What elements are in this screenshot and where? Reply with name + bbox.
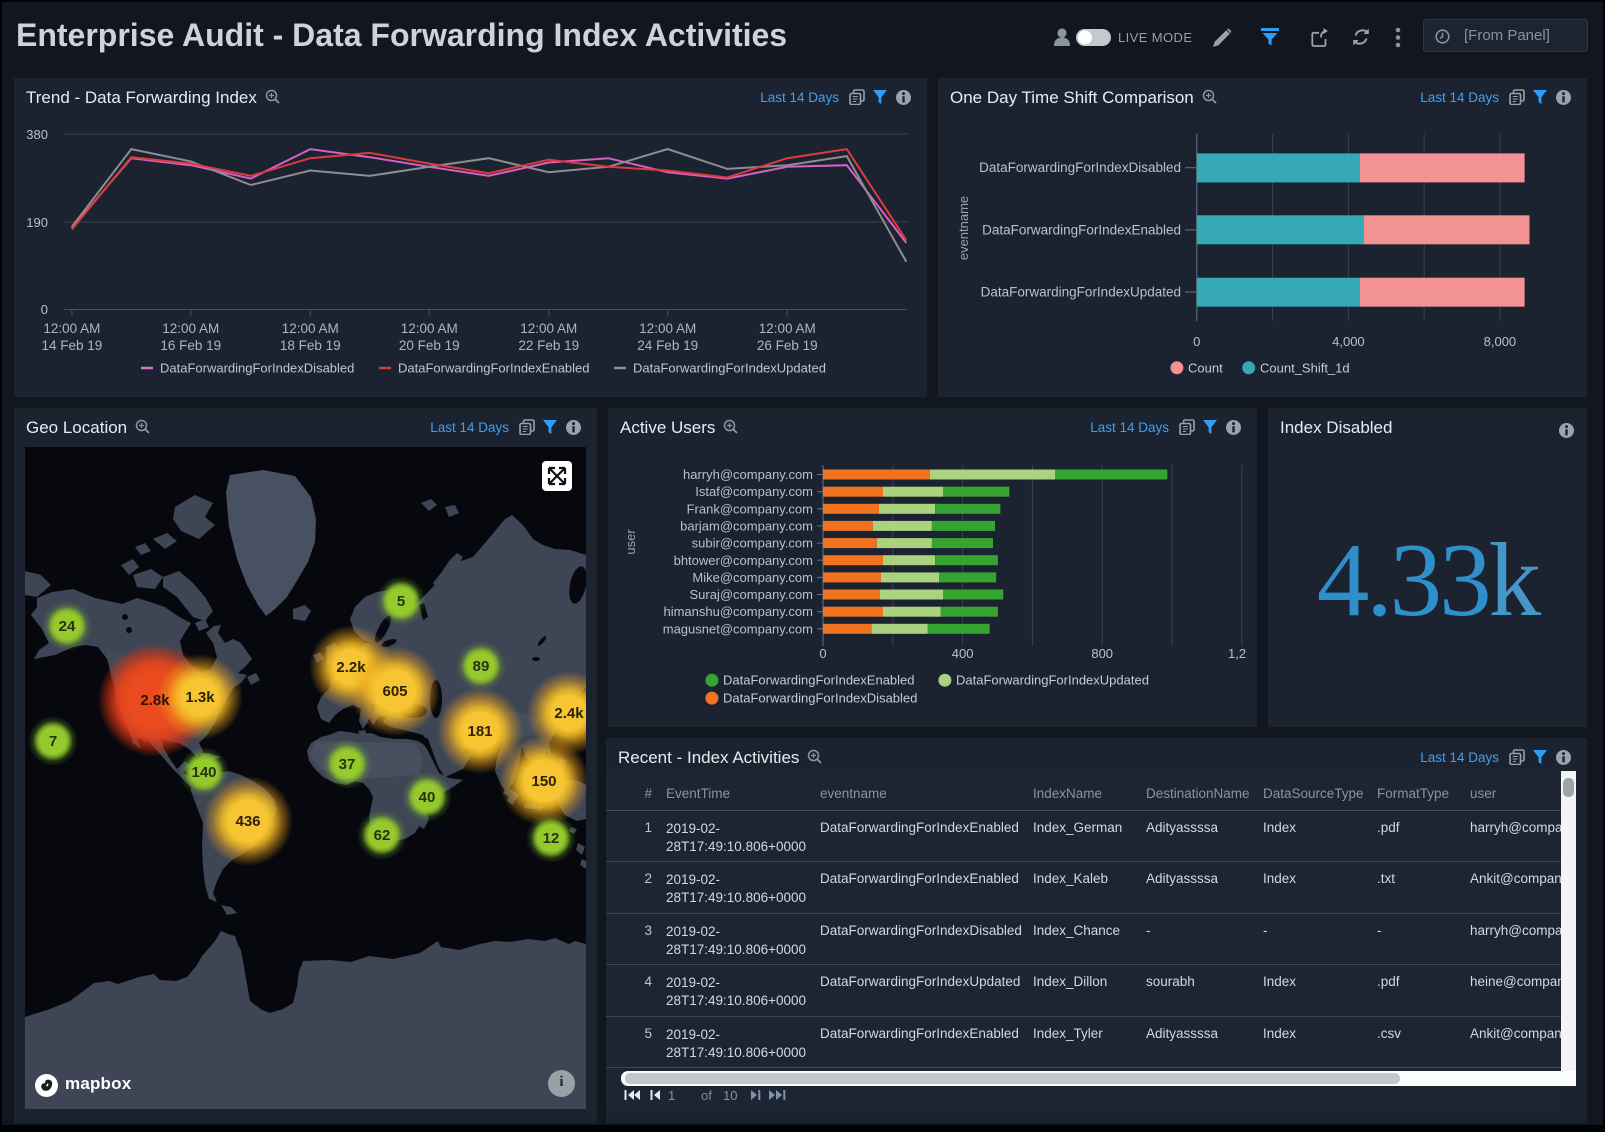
svg-text:Mike@company.com: Mike@company.com bbox=[692, 570, 813, 585]
svg-text:harryh@company.com: harryh@company.com bbox=[683, 467, 813, 482]
svg-text:24 Feb 19: 24 Feb 19 bbox=[637, 338, 698, 353]
svg-text:20 Feb 19: 20 Feb 19 bbox=[399, 338, 460, 353]
svg-text:DataForwardingForIndexDisabled: DataForwardingForIndexDisabled bbox=[160, 361, 354, 376]
svg-text:26 Feb 19: 26 Feb 19 bbox=[757, 338, 818, 353]
svg-text:22 Feb 19: 22 Feb 19 bbox=[518, 338, 579, 353]
svg-text:0: 0 bbox=[41, 302, 48, 317]
svg-text:12:00 AM: 12:00 AM bbox=[401, 321, 458, 336]
svg-text:14 Feb 19: 14 Feb 19 bbox=[42, 338, 103, 353]
svg-text:DataForwardingForIndexUpdated: DataForwardingForIndexUpdated bbox=[956, 673, 1149, 688]
svg-text:DataForwardingForIndexEnabled: DataForwardingForIndexEnabled bbox=[982, 222, 1181, 237]
svg-text:Frank@company.com: Frank@company.com bbox=[687, 501, 813, 516]
svg-text:magusnet@company.com: magusnet@company.com bbox=[663, 621, 813, 636]
svg-text:LIVE MODE: LIVE MODE bbox=[1118, 30, 1192, 45]
svg-text:12:00 AM: 12:00 AM bbox=[162, 321, 219, 336]
svg-text:DataForwardingForIndexUpdated: DataForwardingForIndexUpdated bbox=[633, 361, 826, 376]
svg-text:1,2: 1,2 bbox=[1228, 646, 1246, 661]
svg-text:DataForwardingForIndexDisabled: DataForwardingForIndexDisabled bbox=[979, 160, 1181, 175]
svg-text:12:00 AM: 12:00 AM bbox=[639, 321, 696, 336]
svg-text:bhtower@company.com: bhtower@company.com bbox=[674, 553, 813, 568]
svg-text:8,000: 8,000 bbox=[1484, 334, 1517, 349]
svg-text:0: 0 bbox=[819, 646, 826, 661]
svg-text:Istaf@company.com: Istaf@company.com bbox=[695, 484, 813, 499]
svg-text:0: 0 bbox=[1193, 334, 1200, 349]
svg-text:1: 1 bbox=[668, 1088, 675, 1103]
svg-text:himanshu@company.com: himanshu@company.com bbox=[663, 604, 813, 619]
svg-text:10: 10 bbox=[723, 1088, 737, 1103]
svg-text:12:00 AM: 12:00 AM bbox=[43, 321, 100, 336]
svg-text:of: of bbox=[701, 1088, 712, 1103]
svg-text:4,000: 4,000 bbox=[1332, 334, 1365, 349]
svg-text:DataForwardingForIndexUpdated: DataForwardingForIndexUpdated bbox=[981, 285, 1181, 300]
svg-text:18 Feb 19: 18 Feb 19 bbox=[280, 338, 341, 353]
svg-text:Count_Shift_1d: Count_Shift_1d bbox=[1260, 360, 1350, 375]
svg-text:barjam@company.com: barjam@company.com bbox=[680, 518, 813, 533]
svg-text:DataForwardingForIndexDisabled: DataForwardingForIndexDisabled bbox=[723, 691, 917, 706]
svg-text:DataForwardingForIndexEnabled: DataForwardingForIndexEnabled bbox=[723, 673, 915, 688]
svg-text:190: 190 bbox=[26, 215, 48, 230]
svg-text:DataForwardingForIndexEnabled: DataForwardingForIndexEnabled bbox=[398, 361, 590, 376]
svg-text:12:00 AM: 12:00 AM bbox=[759, 321, 816, 336]
svg-text:16 Feb 19: 16 Feb 19 bbox=[160, 338, 221, 353]
svg-text:12:00 AM: 12:00 AM bbox=[282, 321, 339, 336]
svg-text:subir@company.com: subir@company.com bbox=[692, 536, 813, 551]
svg-text:12:00 AM: 12:00 AM bbox=[520, 321, 577, 336]
svg-text:380: 380 bbox=[26, 127, 48, 142]
svg-text:800: 800 bbox=[1091, 646, 1113, 661]
svg-text:Count: Count bbox=[1188, 360, 1223, 375]
svg-text:Suraj@company.com: Suraj@company.com bbox=[690, 587, 814, 602]
svg-text:eventname: eventname bbox=[956, 196, 971, 260]
svg-text:400: 400 bbox=[952, 646, 974, 661]
svg-text:user: user bbox=[623, 529, 638, 555]
